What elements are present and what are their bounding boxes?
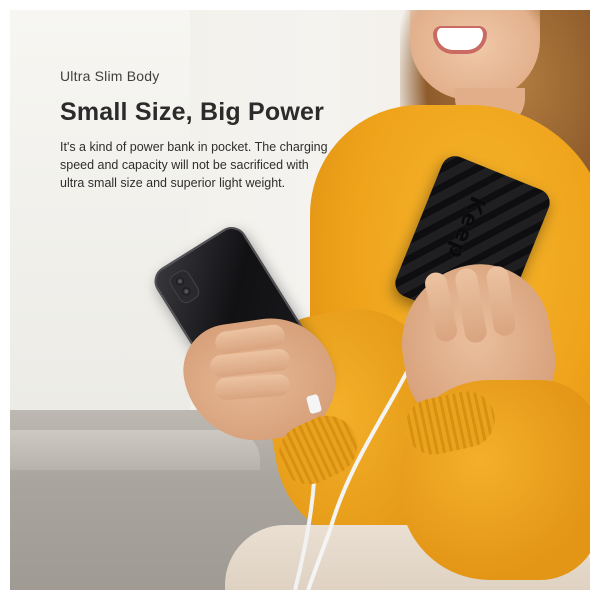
brand-logo-text: Keep	[441, 192, 490, 263]
camera-lens-icon	[180, 285, 192, 297]
feature-description: It's a kind of power bank in pocket. The…	[60, 138, 390, 192]
description-line: speed and capacity will not be sacrifice…	[60, 158, 309, 172]
description-line: It's a kind of power bank in pocket. The…	[60, 140, 328, 154]
camera-lens-icon	[174, 275, 186, 287]
product-banner: Keep Ultra Slim Body Small Size, Big Pow…	[10, 10, 590, 590]
feature-eyebrow: Ultra Slim Body	[60, 68, 160, 84]
description-line: ultra small size and superior light weig…	[60, 176, 286, 190]
camera-module-icon	[166, 267, 203, 307]
feature-headline: Small Size, Big Power	[60, 98, 325, 126]
